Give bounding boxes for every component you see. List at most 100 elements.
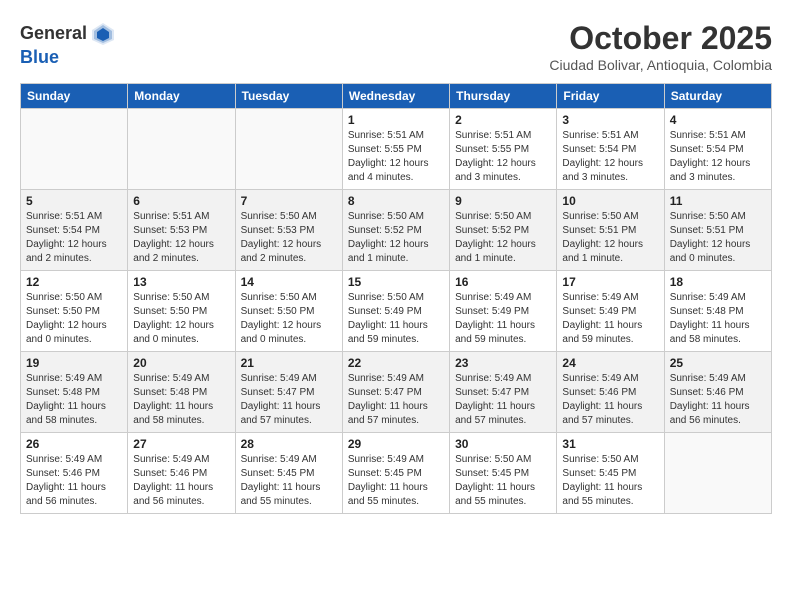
day-info: Sunrise: 5:50 AM Sunset: 5:45 PM Dayligh… [455,453,551,509]
day-info: Sunrise: 5:51 AM Sunset: 5:53 PM Dayligh… [133,210,229,266]
week-row-2: 5 Sunrise: 5:51 AM Sunset: 5:54 PM Daylig… [21,190,772,271]
day-cell: 25Sunrise: 5:49 AM Sunset: 5:46 PM Dayli… [664,352,771,433]
col-header-sunday: Sunday [21,84,128,109]
day-number: 5 [26,194,122,208]
day-cell: 23Sunrise: 5:49 AM Sunset: 5:47 PM Dayli… [450,352,557,433]
calendar-table: SundayMondayTuesdayWednesdayThursdayFrid… [20,83,772,514]
day-cell: 16 Sunrise: 5:49 AM Sunset: 5:49 PM Dayli… [450,271,557,352]
day-cell: 5 Sunrise: 5:51 AM Sunset: 5:54 PM Daylig… [21,190,128,271]
day-cell: 10 Sunrise: 5:50 AM Sunset: 5:51 PM Dayli… [557,190,664,271]
day-info: Sunrise: 5:49 AM Sunset: 5:47 PM Dayligh… [241,372,337,428]
day-number: 28 [241,437,337,451]
day-cell: 17 Sunrise: 5:49 AM Sunset: 5:49 PM Dayli… [557,271,664,352]
day-info: Sunrise: 5:51 AM Sunset: 5:55 PM Dayligh… [348,129,444,185]
day-cell: 18Sunrise: 5:49 AM Sunset: 5:48 PM Dayli… [664,271,771,352]
week-row-4: 19 Sunrise: 5:49 AM Sunset: 5:48 PM Dayli… [21,352,772,433]
day-number: 17 [562,275,658,289]
day-number: 4 [670,113,766,127]
day-cell: 29Sunrise: 5:49 AM Sunset: 5:45 PM Dayli… [342,433,449,514]
day-cell: 31 Sunrise: 5:50 AM Sunset: 5:45 PM Dayli… [557,433,664,514]
subtitle: Ciudad Bolivar, Antioquia, Colombia [549,57,772,73]
day-number: 30 [455,437,551,451]
day-info: Sunrise: 5:51 AM Sunset: 5:54 PM Dayligh… [26,210,122,266]
day-number: 21 [241,356,337,370]
col-header-thursday: Thursday [450,84,557,109]
day-cell: 6 Sunrise: 5:51 AM Sunset: 5:53 PM Daylig… [128,190,235,271]
day-number: 14 [241,275,337,289]
day-cell: 30 Sunrise: 5:50 AM Sunset: 5:45 PM Dayli… [450,433,557,514]
day-cell: 27Sunrise: 5:49 AM Sunset: 5:46 PM Dayli… [128,433,235,514]
day-info: Sunrise: 5:49 AM Sunset: 5:48 PM Dayligh… [26,372,122,428]
logo-icon [89,20,117,48]
day-cell: 13 Sunrise: 5:50 AM Sunset: 5:50 PM Dayli… [128,271,235,352]
day-info: Sunrise: 5:49 AM Sunset: 5:46 PM Dayligh… [26,453,122,509]
col-header-monday: Monday [128,84,235,109]
day-info: Sunrise: 5:50 AM Sunset: 5:45 PM Dayligh… [562,453,658,509]
day-number: 10 [562,194,658,208]
day-number: 31 [562,437,658,451]
day-info: Sunrise: 5:50 AM Sunset: 5:53 PM Dayligh… [241,210,337,266]
day-info: Sunrise: 5:49 AM Sunset: 5:45 PM Dayligh… [348,453,444,509]
header-row: SundayMondayTuesdayWednesdayThursdayFrid… [21,84,772,109]
day-cell [235,109,342,190]
day-number: 12 [26,275,122,289]
logo-blue-text: Blue [20,48,59,68]
day-cell: 14Sunrise: 5:50 AM Sunset: 5:50 PM Dayli… [235,271,342,352]
col-header-saturday: Saturday [664,84,771,109]
day-cell: 26 Sunrise: 5:49 AM Sunset: 5:46 PM Dayli… [21,433,128,514]
day-info: Sunrise: 5:50 AM Sunset: 5:51 PM Dayligh… [670,210,766,266]
day-number: 16 [455,275,551,289]
day-cell: 4 Sunrise: 5:51 AM Sunset: 5:54 PM Daylig… [664,109,771,190]
day-info: Sunrise: 5:51 AM Sunset: 5:54 PM Dayligh… [562,129,658,185]
day-number: 20 [133,356,229,370]
day-cell: 8Sunrise: 5:50 AM Sunset: 5:52 PM Daylig… [342,190,449,271]
day-cell: 12 Sunrise: 5:50 AM Sunset: 5:50 PM Dayli… [21,271,128,352]
day-cell: 9Sunrise: 5:50 AM Sunset: 5:52 PM Daylig… [450,190,557,271]
day-number: 11 [670,194,766,208]
week-row-3: 12 Sunrise: 5:50 AM Sunset: 5:50 PM Dayli… [21,271,772,352]
day-number: 7 [241,194,337,208]
day-info: Sunrise: 5:49 AM Sunset: 5:49 PM Dayligh… [562,291,658,347]
day-info: Sunrise: 5:49 AM Sunset: 5:49 PM Dayligh… [455,291,551,347]
day-info: Sunrise: 5:50 AM Sunset: 5:49 PM Dayligh… [348,291,444,347]
day-cell: 20Sunrise: 5:49 AM Sunset: 5:48 PM Dayli… [128,352,235,433]
day-cell: 15 Sunrise: 5:50 AM Sunset: 5:49 PM Dayli… [342,271,449,352]
col-header-tuesday: Tuesday [235,84,342,109]
day-cell: 22 Sunrise: 5:49 AM Sunset: 5:47 PM Dayli… [342,352,449,433]
day-info: Sunrise: 5:49 AM Sunset: 5:47 PM Dayligh… [348,372,444,428]
day-info: Sunrise: 5:49 AM Sunset: 5:46 PM Dayligh… [562,372,658,428]
day-number: 15 [348,275,444,289]
title-area: October 2025 Ciudad Bolivar, Antioquia, … [549,20,772,73]
day-info: Sunrise: 5:50 AM Sunset: 5:50 PM Dayligh… [26,291,122,347]
week-row-1: 1 Sunrise: 5:51 AM Sunset: 5:55 PM Daylig… [21,109,772,190]
day-number: 13 [133,275,229,289]
day-cell: 2 Sunrise: 5:51 AM Sunset: 5:55 PM Daylig… [450,109,557,190]
day-info: Sunrise: 5:51 AM Sunset: 5:55 PM Dayligh… [455,129,551,185]
day-cell: 21 Sunrise: 5:49 AM Sunset: 5:47 PM Dayli… [235,352,342,433]
day-cell: 7 Sunrise: 5:50 AM Sunset: 5:53 PM Daylig… [235,190,342,271]
day-info: Sunrise: 5:50 AM Sunset: 5:50 PM Dayligh… [133,291,229,347]
day-number: 2 [455,113,551,127]
day-cell [128,109,235,190]
day-cell: 28Sunrise: 5:49 AM Sunset: 5:45 PM Dayli… [235,433,342,514]
day-cell: 11 Sunrise: 5:50 AM Sunset: 5:51 PM Dayli… [664,190,771,271]
day-number: 18 [670,275,766,289]
col-header-friday: Friday [557,84,664,109]
col-header-wednesday: Wednesday [342,84,449,109]
day-number: 6 [133,194,229,208]
day-cell [664,433,771,514]
day-cell [21,109,128,190]
day-number: 1 [348,113,444,127]
day-info: Sunrise: 5:50 AM Sunset: 5:51 PM Dayligh… [562,210,658,266]
day-number: 22 [348,356,444,370]
day-info: Sunrise: 5:50 AM Sunset: 5:52 PM Dayligh… [348,210,444,266]
day-info: Sunrise: 5:50 AM Sunset: 5:52 PM Dayligh… [455,210,551,266]
day-cell: 3Sunrise: 5:51 AM Sunset: 5:54 PM Daylig… [557,109,664,190]
day-number: 26 [26,437,122,451]
day-info: Sunrise: 5:49 AM Sunset: 5:46 PM Dayligh… [133,453,229,509]
header: General Blue October 2025 Ciudad Bolivar… [20,20,772,73]
day-info: Sunrise: 5:51 AM Sunset: 5:54 PM Dayligh… [670,129,766,185]
day-number: 19 [26,356,122,370]
day-cell: 1 Sunrise: 5:51 AM Sunset: 5:55 PM Daylig… [342,109,449,190]
day-number: 23 [455,356,551,370]
